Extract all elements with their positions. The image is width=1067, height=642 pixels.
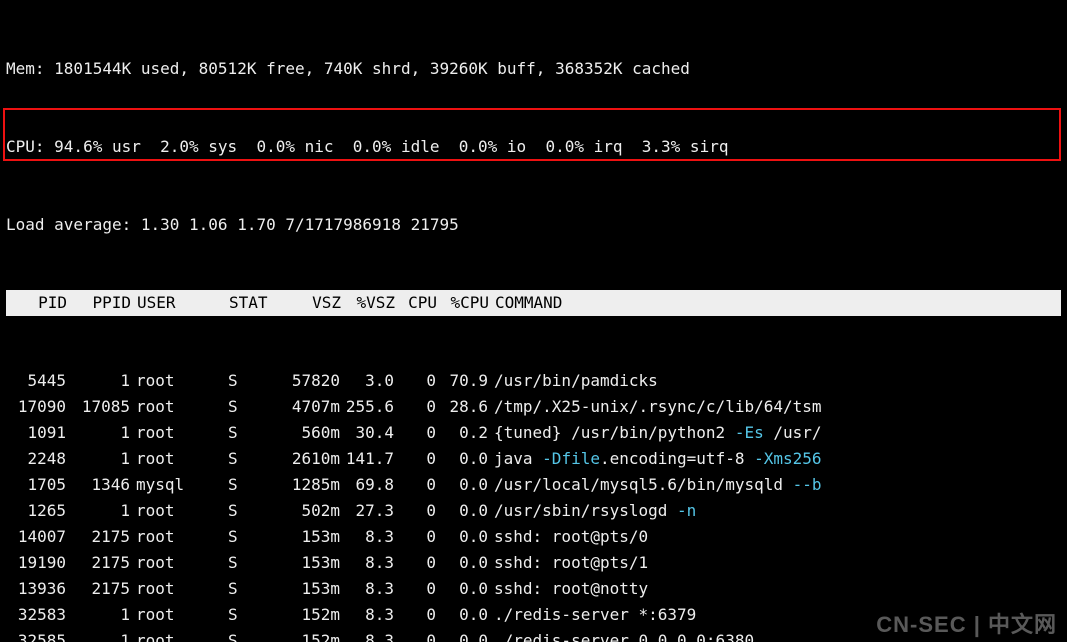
process-row[interactable]: 22481rootS2610m141.700.0java -Dfile.enco…	[6, 446, 1061, 472]
cpu-line: CPU: 94.6% usr 2.0% sys 0.0% nic 0.0% id…	[6, 134, 1061, 160]
process-row[interactable]: 139362175rootS153m8.300.0sshd: root@nott…	[6, 576, 1061, 602]
watermark: CN-SEC | 中文网	[876, 612, 1057, 638]
column-header: PIDPPIDUSERSTATVSZ%VSZCPU%CPUCOMMAND	[6, 290, 1061, 316]
terminal-output[interactable]: Mem: 1801544K used, 80512K free, 740K sh…	[0, 0, 1067, 642]
load-line: Load average: 1.30 1.06 1.70 7/171798691…	[6, 212, 1061, 238]
mem-line: Mem: 1801544K used, 80512K free, 740K sh…	[6, 56, 1061, 82]
process-row[interactable]: 12651rootS502m27.300.0/usr/sbin/rsyslogd…	[6, 498, 1061, 524]
process-row[interactable]: 191902175rootS153m8.300.0sshd: root@pts/…	[6, 550, 1061, 576]
process-row[interactable]: 1709017085rootS4707m255.6028.6/tmp/.X25-…	[6, 394, 1061, 420]
process-row[interactable]: 17051346mysqlS1285m69.800.0/usr/local/my…	[6, 472, 1061, 498]
process-row[interactable]: 10911rootS560m30.400.2{tuned} /usr/bin/p…	[6, 420, 1061, 446]
process-row[interactable]: 54451rootS578203.0070.9/usr/bin/pamdicks	[6, 368, 1061, 394]
process-row[interactable]: 140072175rootS153m8.300.0sshd: root@pts/…	[6, 524, 1061, 550]
